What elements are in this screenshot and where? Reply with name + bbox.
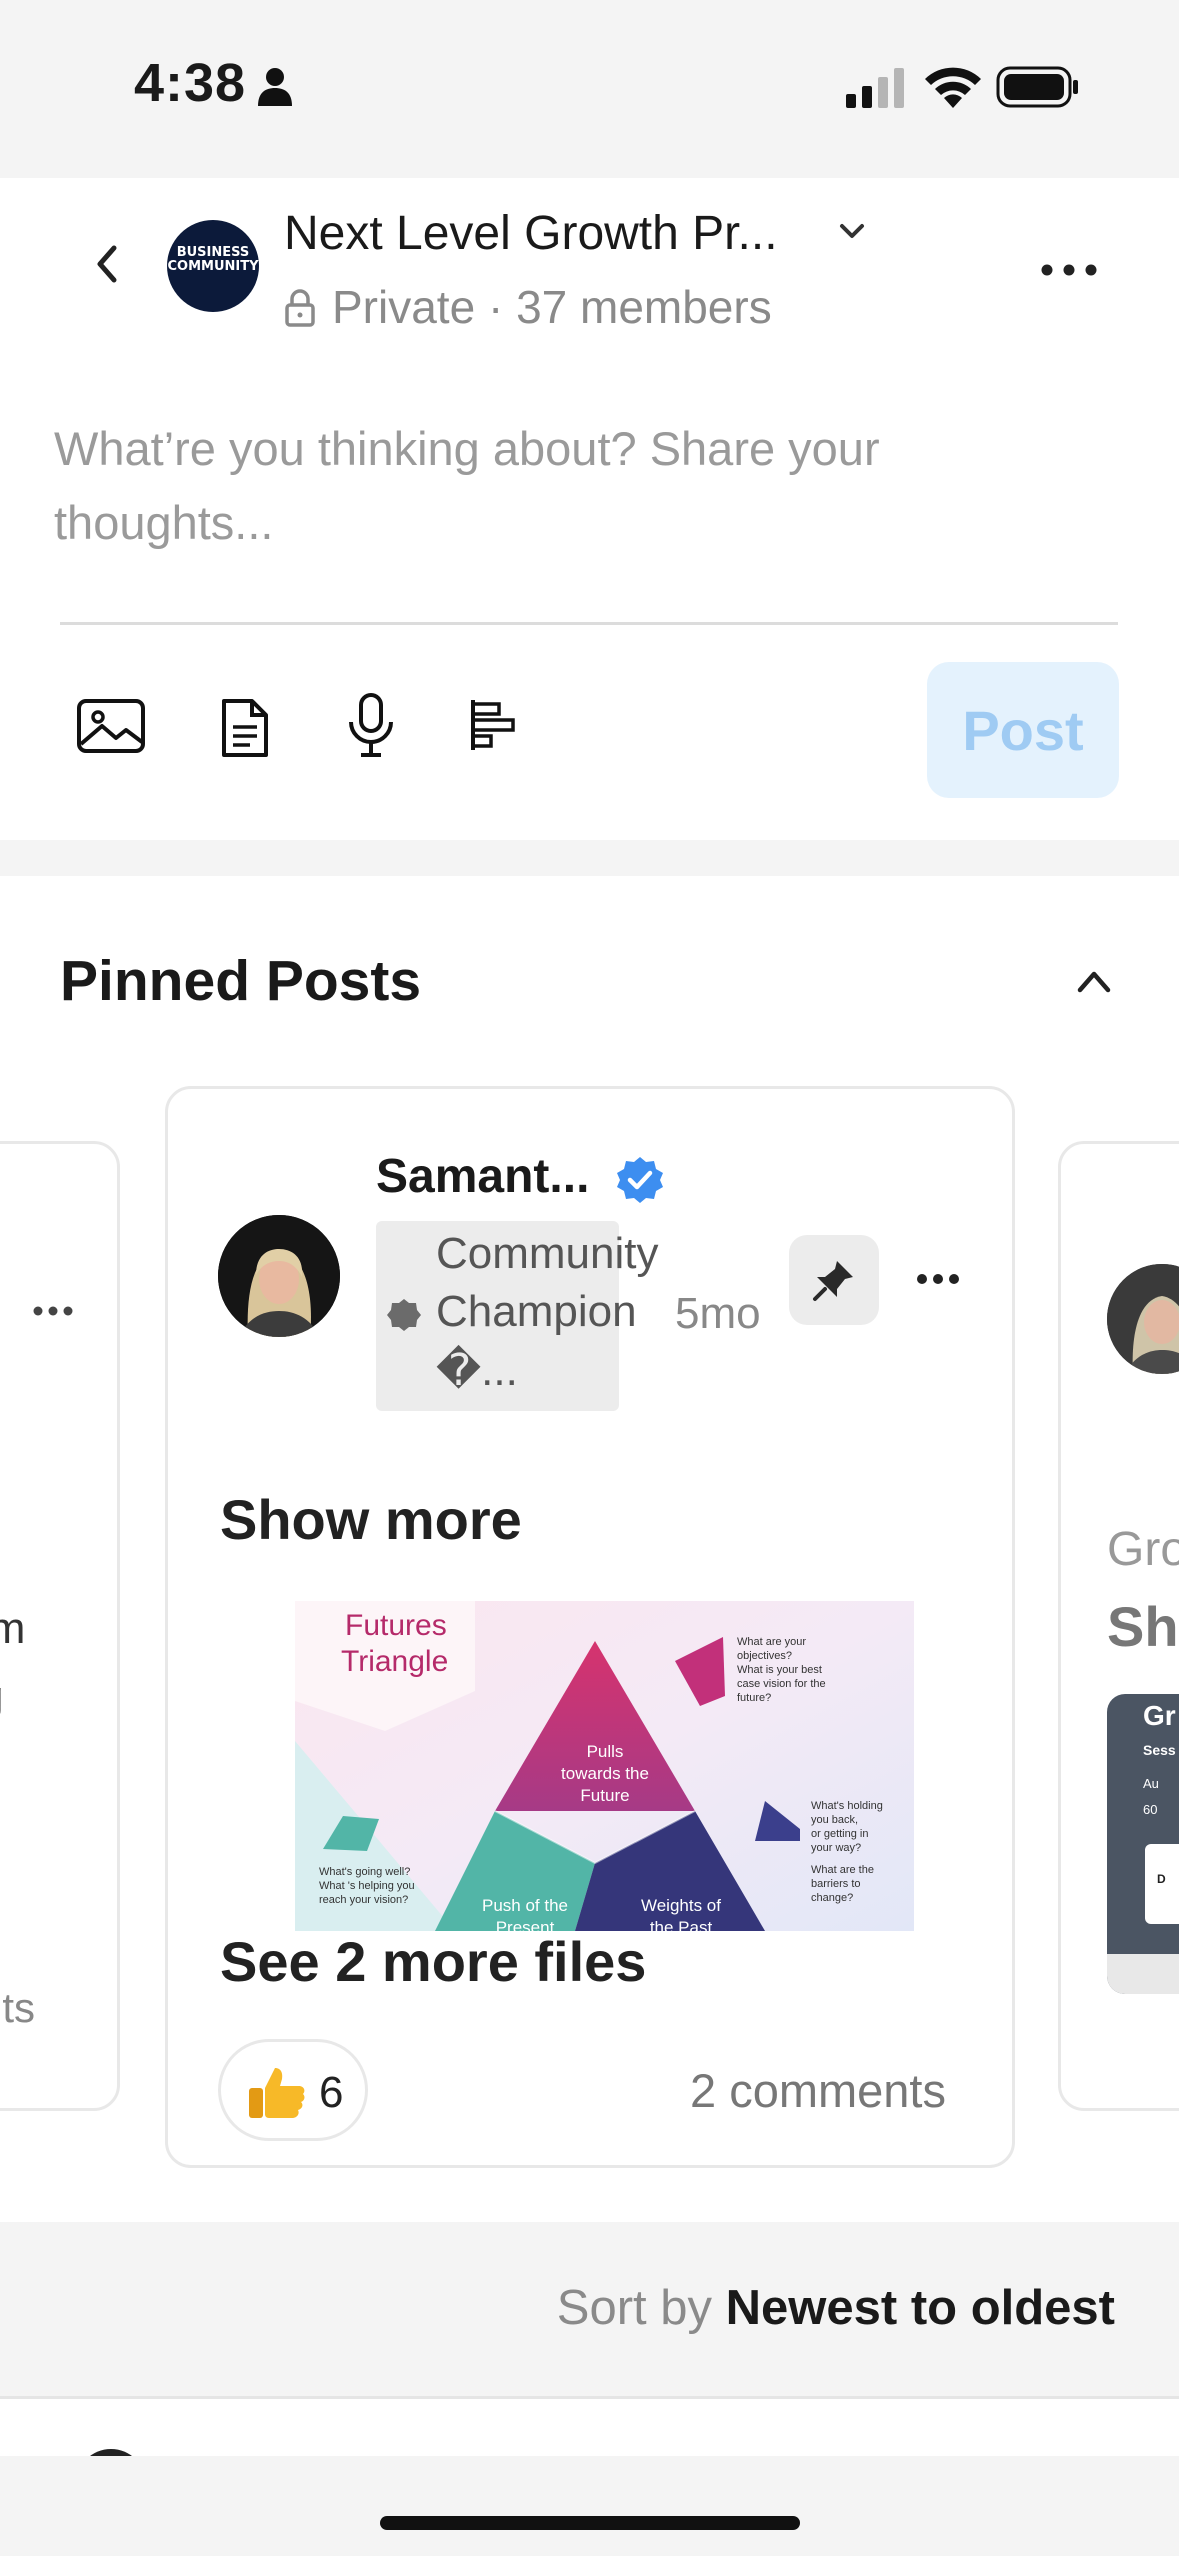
post-image: Gr Sess Au 60 D [1107,1694,1179,1994]
post-text-fragment: ’m [0,1604,25,1654]
more-icon[interactable] [1038,258,1100,282]
more-icon[interactable] [31,1304,75,1318]
more-icon[interactable] [914,1271,962,1287]
author-avatar[interactable] [218,1215,340,1337]
reaction-button[interactable]: 6 [218,2039,368,2141]
microphone-icon[interactable] [346,692,396,758]
badge-text: Community [436,1229,659,1278]
pinned-posts-title: Pinned Posts [60,949,422,1013]
image-panel: D [1145,1844,1179,1924]
image-text: barriers to [811,1878,861,1890]
signal-icon [846,68,904,108]
group-name[interactable]: Next Level Growth Pr... [284,206,778,261]
image-text: the Past [650,1918,713,1931]
member-badge: Community Champion �... [376,1221,659,1411]
reaction-count: 6 [319,2068,344,2117]
pinned-posts-section: Pinned Posts ’m g nts Samant... [0,876,1179,2222]
image-text: or getting in [811,1828,868,1840]
privacy-label: Private [332,281,476,333]
image-text: What are your [737,1636,806,1648]
lock-icon [285,289,315,327]
back-icon[interactable] [86,238,130,290]
show-more-link[interactable]: Show more [220,1487,522,1552]
chevron-down-icon[interactable] [834,214,870,250]
home-indicator[interactable] [380,2516,800,2530]
show-more-fragment: She [1107,1595,1179,1658]
poll-icon[interactable] [470,698,516,752]
futures-triangle-image: Futures Triangle Pulls towards the Futur… [295,1601,914,1931]
image-text: Pulls [587,1742,624,1761]
post-button[interactable]: Post [927,662,1119,798]
comments-fragment: nts [0,1984,36,2031]
author-avatar[interactable] [1107,1264,1179,1374]
image-text: towards the [561,1764,649,1783]
image-text: 60 [1143,1802,1158,1817]
post-text-fragment: Gro [1107,1523,1179,1576]
badge-text: �... [436,1346,518,1395]
post-image[interactable]: Futures Triangle Pulls towards the Futur… [295,1601,914,1931]
image-text: Futures [345,1609,447,1642]
pinned-post-card-previous[interactable]: ’m g nts [0,1141,120,2111]
image-text: D [1157,1872,1166,1886]
image-text: Future [580,1786,629,1805]
group-header: BUSINESS COMMUNITY Next Level Growth Pr.… [0,178,1179,840]
image-text: your way? [811,1842,861,1854]
author-name[interactable]: Samant... [376,1149,589,1204]
composer-input[interactable]: What’re you thinking about? Share your t… [54,412,1094,560]
image-text: What's holding [811,1800,883,1812]
meta-separator: · [487,281,504,333]
image-text: Weights of [641,1896,721,1915]
image-text: What are the [811,1864,874,1876]
image-text: objectives? [737,1650,792,1662]
badge-icon [387,1299,421,1331]
home-indicator-area [0,2456,1179,2556]
group-meta: Private · 37 members [332,280,772,334]
sort-bar: Sort by Newest to oldest [0,2226,1179,2366]
sort-value[interactable]: Newest to oldest [726,2281,1115,2335]
document-icon[interactable] [220,698,270,758]
person-icon [258,68,292,106]
author-photo [218,1215,340,1337]
post-text-fragment: g [0,1672,3,1722]
sort-control[interactable]: Sort by Newest to oldest [557,2280,1115,2336]
image-icon[interactable] [76,698,146,754]
see-more-files-link[interactable]: See 2 more files [220,1929,646,1994]
image-text: Push of the [482,1896,568,1915]
pinned-post-card[interactable]: Samant... Community Champion �... 5mo Sh… [165,1086,1015,2168]
image-text: future? [737,1692,771,1704]
pin-icon [813,1261,853,1301]
author-photo [1107,1264,1179,1374]
image-text: change? [811,1892,853,1904]
image-text: you back, [811,1814,858,1826]
image-text: What is your best [737,1664,822,1676]
chevron-up-icon[interactable] [1074,966,1114,996]
image-text: What's going well? [319,1866,410,1878]
group-logo-text: BUSINESS COMMUNITY [167,245,259,274]
sort-prefix: Sort by [556,2281,713,2335]
image-text: Triangle [341,1645,448,1678]
comments-count[interactable]: 2 comments [690,2063,946,2118]
image-text: What 's helping you [319,1880,415,1892]
pin-button[interactable] [789,1235,879,1325]
image-text: reach your vision? [319,1894,408,1906]
battery-icon [996,66,1078,108]
status-bar: 4:38 [0,0,1179,178]
image-text: Sess [1143,1742,1176,1758]
badge-text: Champion [436,1287,637,1336]
pinned-post-card-next[interactable]: Gro She Gr Sess Au 60 D [1058,1141,1179,2111]
wifi-icon [925,67,981,108]
status-time: 4:38 [134,53,247,113]
thumbs-up-icon [249,2068,305,2118]
member-count[interactable]: 37 members [516,281,772,333]
verified-icon [617,1157,663,1203]
image-text: case vision for the [737,1678,826,1690]
image-footer [1107,1954,1179,1994]
group-avatar[interactable]: BUSINESS COMMUNITY [167,220,259,312]
image-text: Au [1143,1776,1159,1791]
image-text: Gr [1143,1700,1176,1731]
composer-divider [60,622,1118,625]
post-time: 5mo [675,1289,761,1338]
